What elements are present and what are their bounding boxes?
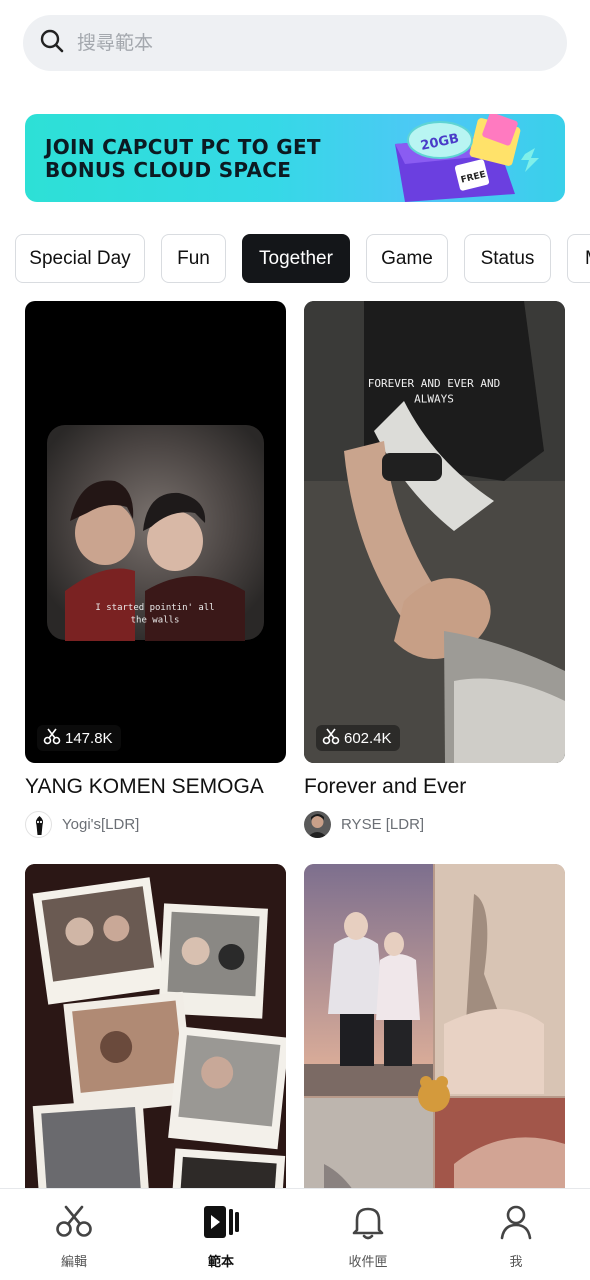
chip-game[interactable]: Game [366, 234, 448, 283]
usage-count: 147.8K [37, 725, 121, 751]
nav-templates[interactable]: 範本 [171, 1203, 271, 1270]
usage-count-value: 147.8K [65, 729, 113, 747]
usage-count: 602.4K [316, 725, 400, 751]
banner-text: JOIN CAPCUT PC TO GET BONUS CLOUD SPACE [45, 135, 321, 182]
scissors-icon [43, 727, 65, 749]
chip-special-day[interactable]: Special Day [15, 234, 145, 283]
category-chips: Special Day Fun Together Game Status M [0, 234, 590, 284]
nav-label: 編輯 [60, 1255, 87, 1270]
nav-inbox[interactable]: 收件匣 [318, 1203, 418, 1270]
chip-fun[interactable]: Fun [161, 234, 226, 283]
bell-icon [349, 1203, 387, 1245]
template-thumbnail[interactable]: FOREVER AND EVER AND ALWAYS 602.4K [304, 301, 565, 763]
nav-profile[interactable]: 我 [466, 1203, 566, 1270]
nav-label: 範本 [207, 1255, 234, 1270]
author-name: RYSE [LDR] [341, 816, 425, 833]
promo-banner[interactable]: JOIN CAPCUT PC TO GET BONUS CLOUD SPACE … [25, 114, 565, 202]
template-author[interactable]: RYSE [LDR] [304, 811, 424, 838]
scissors-icon [322, 727, 344, 749]
banner-art: 20GB FREE [395, 114, 539, 202]
chip-more[interactable]: M [567, 234, 590, 283]
nav-label: 收件匣 [348, 1255, 388, 1270]
avatar [25, 811, 52, 838]
thumbnail-image: FOREVER AND EVER AND ALWAYS [304, 301, 565, 763]
chip-status[interactable]: Status [464, 234, 551, 283]
template-thumbnail[interactable]: I started pointin' all the walls 147.8K [25, 301, 286, 763]
person-icon [497, 1203, 535, 1245]
usage-count-value: 602.4K [344, 729, 392, 747]
template-title[interactable]: Forever and Ever [304, 775, 466, 799]
avatar [304, 811, 331, 838]
bottom-nav: 編輯 範本 收件匣 我 [0, 1188, 590, 1280]
thumbnail-image: I started pointin' all the walls [47, 425, 264, 641]
template-author[interactable]: Yogi's[LDR] [25, 811, 139, 838]
search-bar[interactable] [23, 15, 567, 71]
chip-together[interactable]: Together [242, 234, 350, 283]
search-input[interactable] [77, 32, 517, 54]
nav-label: 我 [509, 1255, 523, 1270]
nav-edit[interactable]: 編輯 [24, 1203, 124, 1270]
author-name: Yogi's[LDR] [62, 816, 140, 833]
scissors-icon [55, 1203, 93, 1245]
search-icon [39, 28, 65, 58]
template-title[interactable]: YANG KOMEN SEMOGA [25, 775, 264, 799]
template-icon [202, 1203, 240, 1245]
